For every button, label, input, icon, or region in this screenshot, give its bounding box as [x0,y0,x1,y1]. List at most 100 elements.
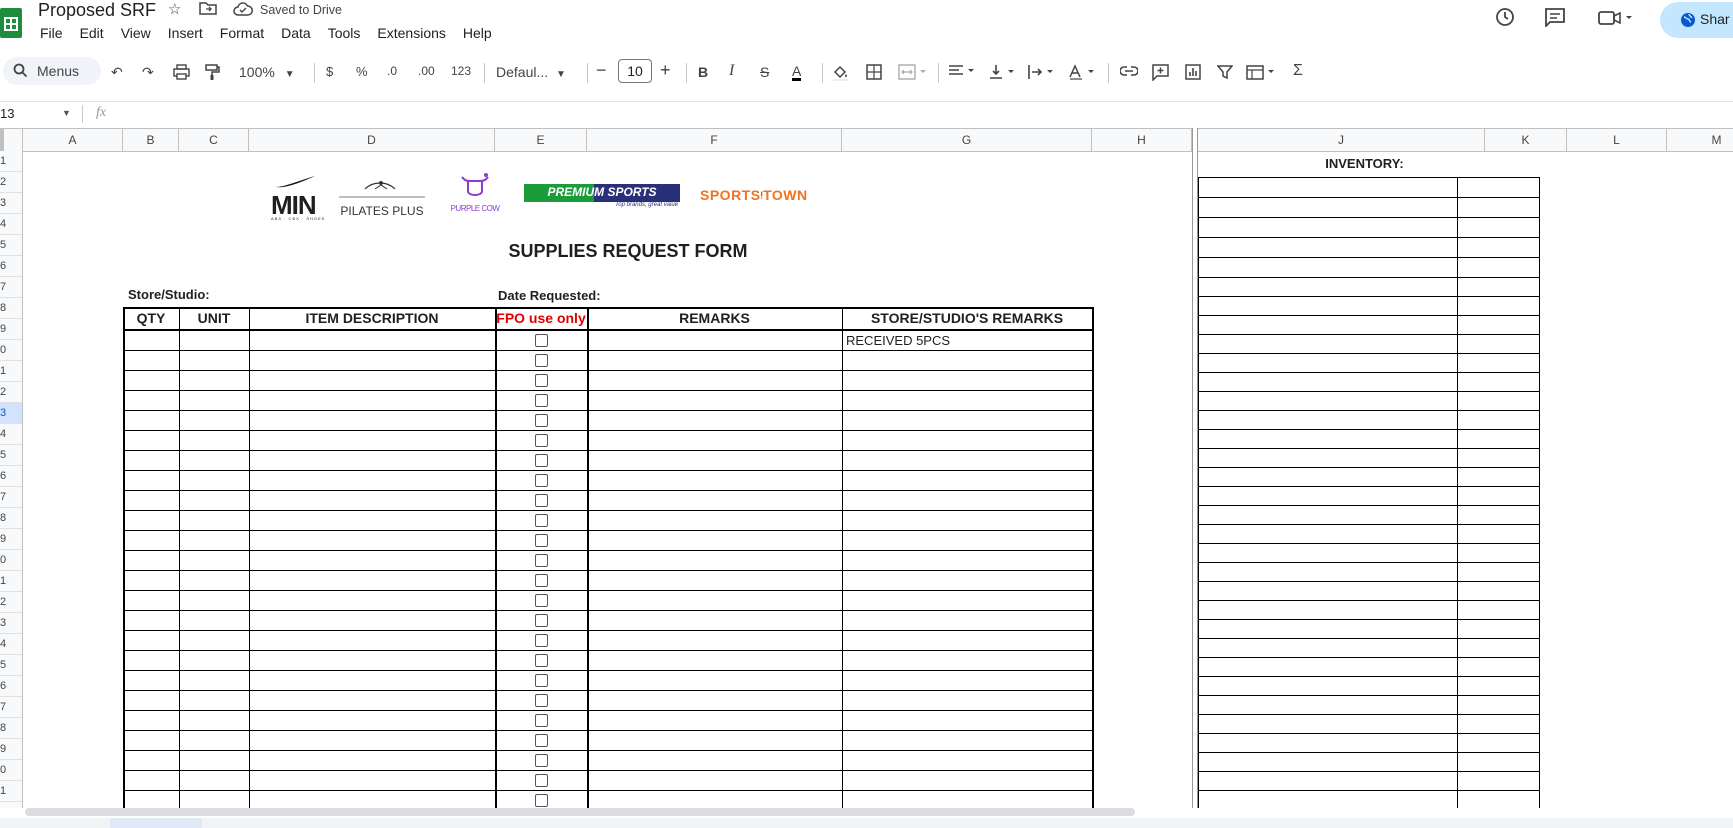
row-header[interactable]: 9 [0,529,22,550]
frozen-divider[interactable] [1192,128,1198,808]
undo-icon[interactable]: ↶ [111,64,123,81]
menu-edit[interactable]: Edit [80,25,104,41]
menu-tools[interactable]: Tools [328,25,361,41]
select-all-corner[interactable] [0,129,23,151]
italic-button[interactable]: I [729,62,734,80]
row-header[interactable]: 5 [0,235,22,256]
row-header[interactable]: 8 [0,298,22,319]
menu-data[interactable]: Data [281,25,311,41]
comments-icon[interactable] [1544,7,1566,33]
vertical-align-icon[interactable] [988,64,1018,83]
row-header[interactable]: 9 [0,739,22,760]
row-header[interactable]: 5 [0,445,22,466]
formula-input[interactable] [112,102,1732,126]
filter-views-icon[interactable] [1246,64,1278,83]
percent-format-button[interactable]: % [356,64,368,79]
row-header[interactable]: 6 [0,256,22,277]
share-button[interactable]: Shar [1660,2,1733,38]
row-header[interactable]: 8 [0,718,22,739]
row-header[interactable]: 3 [0,613,22,634]
column-header-f[interactable]: F [587,129,842,151]
increase-font-size-button[interactable]: + [660,60,671,81]
row-header[interactable]: 2 [0,592,22,613]
text-wrapping-icon[interactable] [1027,64,1057,83]
row-header[interactable]: 8 [0,508,22,529]
version-history-icon[interactable] [1494,6,1516,34]
row-header[interactable]: 5 [0,655,22,676]
row-header[interactable]: 7 [0,277,22,298]
column-header-k[interactable]: K [1485,129,1567,151]
currency-format-button[interactable]: $ [326,64,333,79]
sheets-logo-icon[interactable] [0,8,22,38]
column-header-d[interactable]: D [249,129,495,151]
name-box[interactable]: 13 [0,106,14,121]
column-header-g[interactable]: G [842,129,1092,151]
row-header[interactable]: 1 [0,571,22,592]
row-header[interactable]: 3 [0,193,22,214]
column-header-h[interactable]: H [1092,129,1192,151]
zoom-select[interactable]: 100% ▼ [239,64,295,80]
menus-search-button[interactable]: Menus [3,57,101,85]
row-header[interactable]: 7 [0,697,22,718]
menu-format[interactable]: Format [220,25,264,41]
row-header[interactable]: 1 [0,151,22,172]
row-header[interactable]: 1 [0,781,22,802]
meet-video-icon[interactable] [1598,9,1634,33]
document-title[interactable]: Proposed SRF [38,0,156,21]
merge-cells-icon[interactable] [898,64,928,83]
row-header[interactable]: 4 [0,424,22,445]
menu-help[interactable]: Help [463,25,492,41]
column-header-c[interactable]: C [179,129,249,151]
star-icon[interactable]: ☆ [168,0,181,18]
paint-format-icon[interactable] [205,64,220,84]
row-header[interactable]: 1 [0,361,22,382]
text-color-button[interactable]: A [792,64,802,81]
column-header-a[interactable]: A [23,129,123,151]
column-header-j[interactable]: J [1198,129,1485,151]
decrease-font-size-button[interactable]: − [596,60,607,81]
row-header[interactable]: 0 [0,550,22,571]
horizontal-scrollbar[interactable] [25,808,1135,816]
row-header[interactable]: 4 [0,214,22,235]
increase-decimal-button[interactable]: .00 [418,64,435,78]
strikethrough-button[interactable]: S [760,64,769,80]
row-header[interactable]: 7 [0,487,22,508]
insert-comment-icon[interactable] [1152,64,1169,84]
move-folder-icon[interactable] [199,0,217,20]
font-size-input[interactable]: 10 [618,59,652,83]
cell-grid[interactable]: MIN ABS · CBX · SHOES PILATES PLUS PURPL… [23,151,1733,808]
horizontal-align-icon[interactable] [948,64,978,81]
bold-button[interactable]: B [698,64,708,80]
redo-icon[interactable]: ↷ [142,64,154,81]
column-header-l[interactable]: L [1567,129,1667,151]
menu-file[interactable]: File [40,25,63,41]
column-header-e[interactable]: E [495,129,587,151]
row-header[interactable]: 6 [0,466,22,487]
filter-icon[interactable] [1216,64,1234,83]
menu-insert[interactable]: Insert [168,25,203,41]
decrease-decimal-button[interactable]: .0 [387,64,397,78]
borders-icon[interactable] [866,64,882,83]
insert-chart-icon[interactable] [1185,64,1201,83]
more-formats-button[interactable]: 123 [451,64,471,78]
row-header[interactable]: 2 [0,382,22,403]
column-header-m[interactable]: M [1667,129,1733,151]
row-header[interactable]: 2 [0,172,22,193]
insert-link-icon[interactable] [1119,64,1139,80]
menu-extensions[interactable]: Extensions [377,25,445,41]
row-header[interactable]: 9 [0,319,22,340]
row-header[interactable]: 0 [0,340,22,361]
column-header-b[interactable]: B [123,129,179,151]
row-header[interactable]: 4 [0,634,22,655]
row-header[interactable]: 3 [0,403,22,424]
fill-color-icon[interactable] [832,64,850,84]
chevron-down-icon[interactable]: ▼ [62,108,71,118]
functions-button[interactable]: Σ [1293,62,1303,80]
row-header[interactable]: 6 [0,676,22,697]
active-sheet-tab[interactable] [110,818,202,828]
menu-view[interactable]: View [121,25,151,41]
font-select[interactable]: Defaul... ▼ [496,64,566,80]
row-header[interactable]: 0 [0,760,22,781]
text-rotation-icon[interactable] [1068,64,1098,83]
print-icon[interactable] [173,64,190,83]
